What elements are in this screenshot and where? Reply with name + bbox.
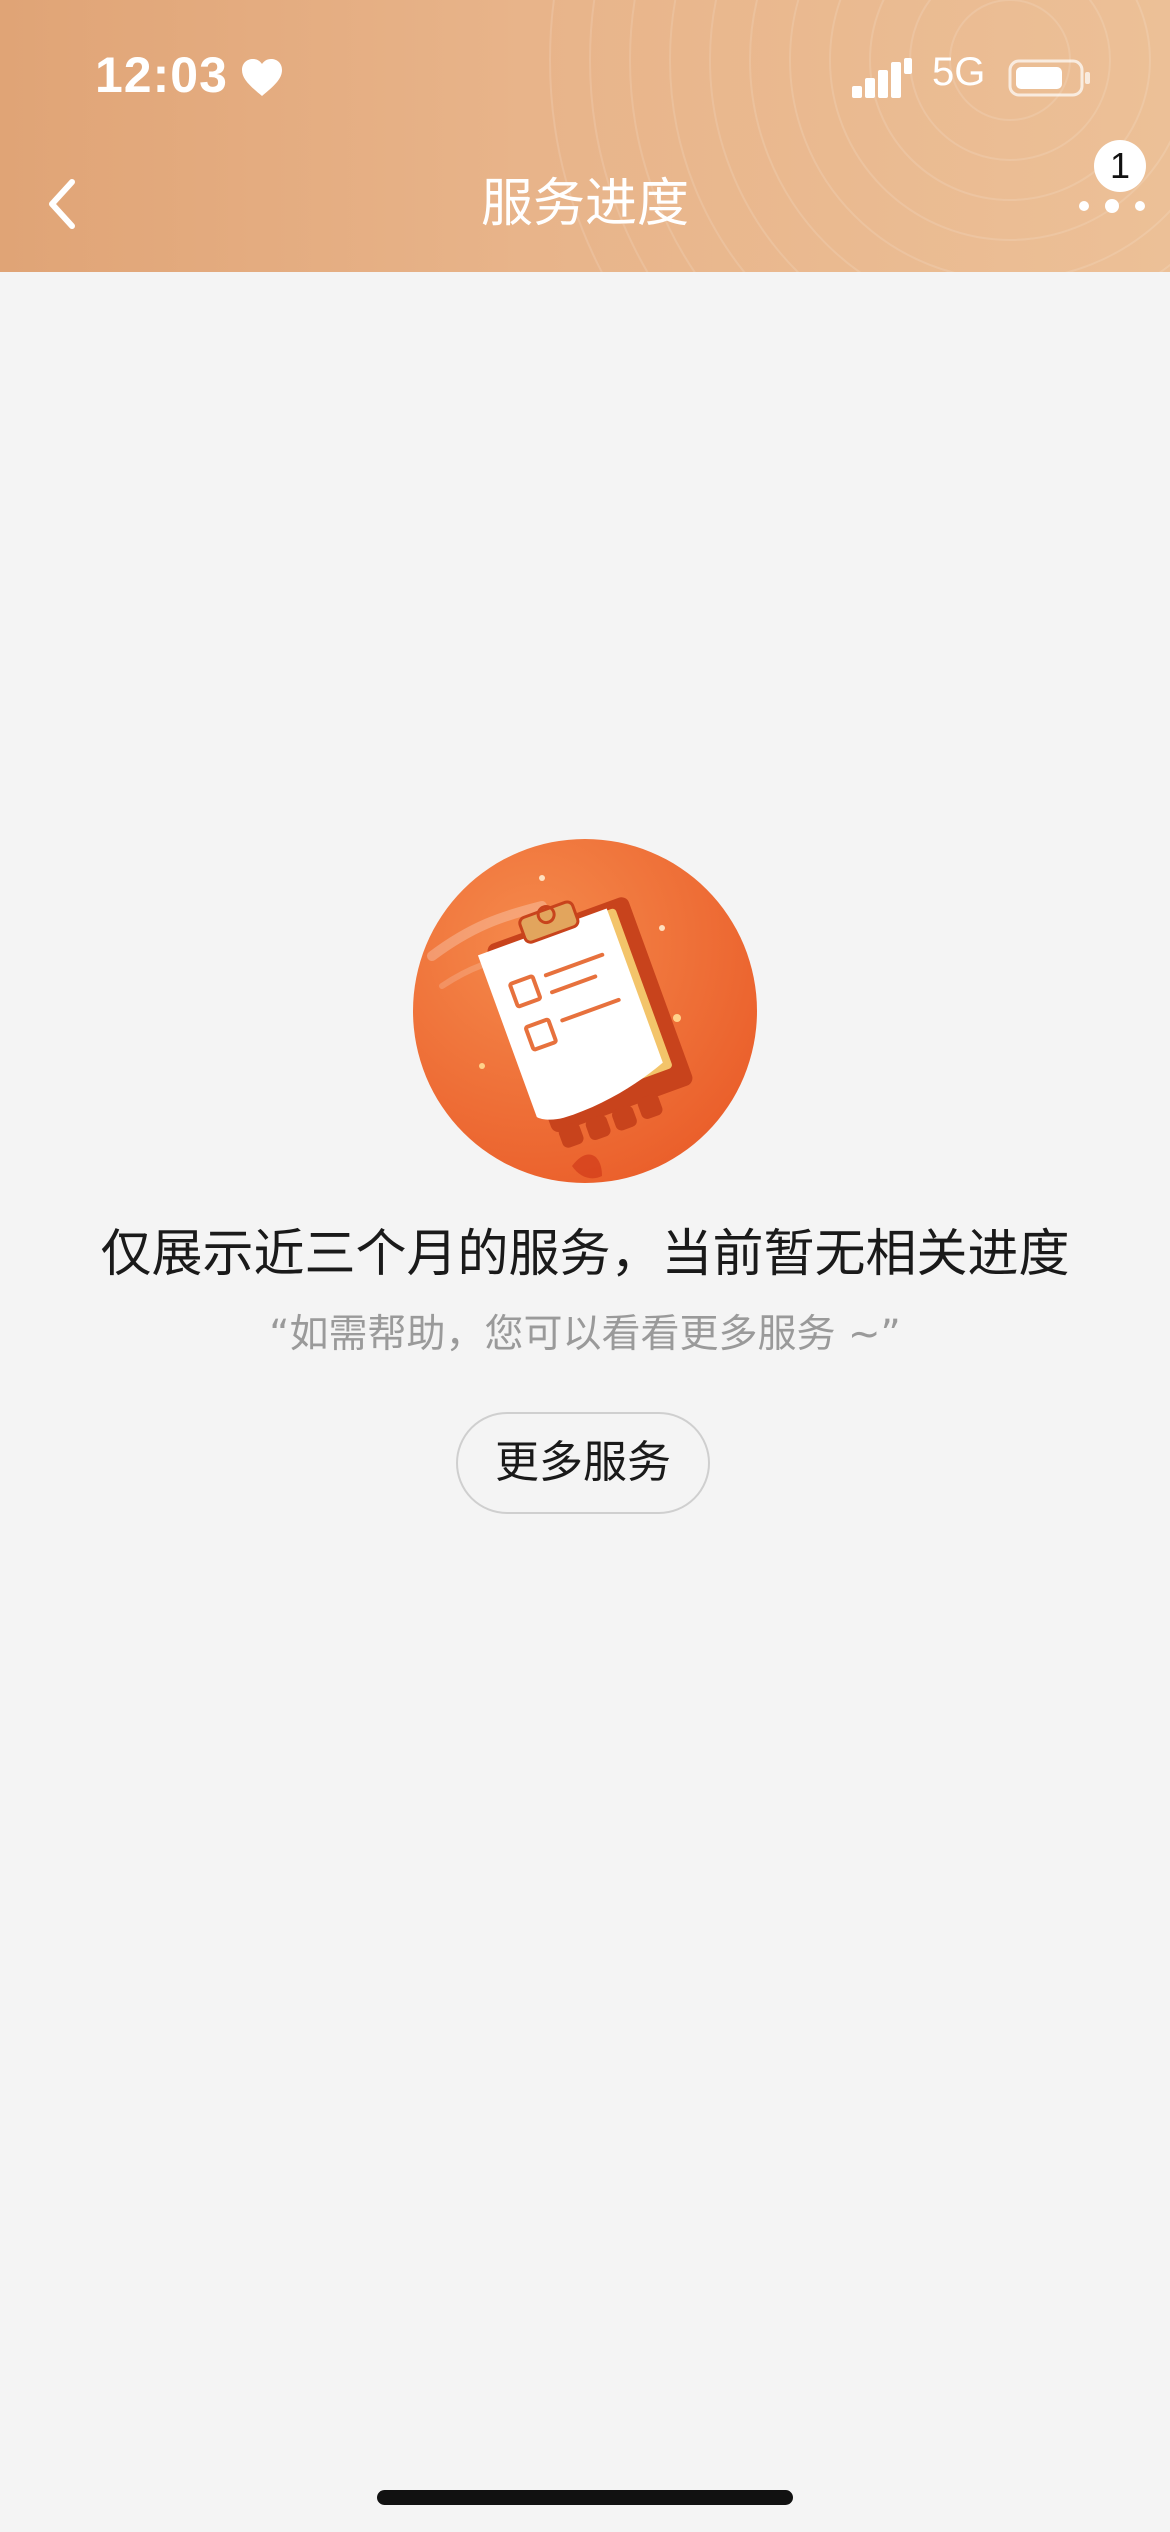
battery-icon <box>1008 59 1090 97</box>
more-services-button[interactable]: 更多服务 <box>456 1412 710 1514</box>
signal-icon <box>852 58 912 98</box>
more-dots-icon <box>1079 199 1145 213</box>
home-indicator[interactable] <box>377 2490 793 2505</box>
clipboard-checklist-icon <box>413 839 757 1183</box>
empty-state-title: 仅展示近三个月的服务，当前暂无相关进度 <box>100 1225 1070 1284</box>
notification-badge: 1 <box>1094 140 1146 192</box>
status-time: 12:03 <box>95 47 228 103</box>
empty-state-subtitle: “如需帮助，您可以看看更多服务 ~” <box>269 1312 901 1357</box>
heart-icon <box>242 59 282 96</box>
page-title: 服务进度 <box>480 174 689 234</box>
app-header: 12:03 5G 服务进度 1 <box>0 0 1170 272</box>
network-type: 5G <box>932 50 986 94</box>
more-options-button[interactable]: 1 <box>1068 140 1152 230</box>
